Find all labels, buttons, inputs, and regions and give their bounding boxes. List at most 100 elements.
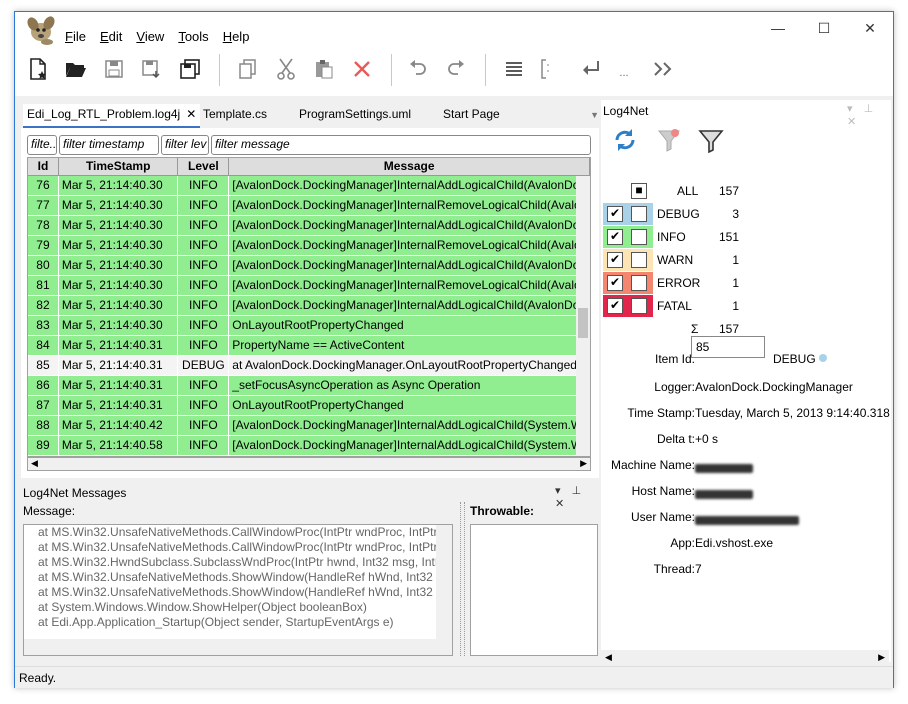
open-folder-icon[interactable] xyxy=(61,54,91,84)
redo-icon[interactable] xyxy=(441,54,471,84)
message-line: at MS.Win32.UnsafeNativeMethods.CallWind… xyxy=(38,525,438,539)
message-horizontal-scrollbar[interactable] xyxy=(24,639,452,655)
filter-bar: filte.. filter timestamp filter lev filt… xyxy=(27,135,593,157)
panel-splitter[interactable] xyxy=(460,502,465,656)
align-icon[interactable] xyxy=(499,54,529,84)
filter-level-input[interactable]: filter lev xyxy=(161,135,209,155)
paste-icon[interactable] xyxy=(309,54,339,84)
filter-id-input[interactable]: filte.. xyxy=(27,135,57,155)
table-row[interactable]: 80 Mar 5, 21:14:40.30 INFO [AvalonDock.Dock… xyxy=(28,256,590,276)
level-count: 3 xyxy=(732,207,739,221)
tab-template[interactable]: Template.cs xyxy=(199,104,271,128)
level-enable-checkbox[interactable]: ✔ xyxy=(607,206,623,222)
item-id-input[interactable]: 85 xyxy=(691,336,765,358)
menu-edit[interactable]: Edit xyxy=(100,29,122,44)
tab-log-file[interactable]: Edi_Log_RTL_Problem.log4j ✕ xyxy=(23,104,201,128)
cell-message: at AvalonDock.DockingManager.OnLayoutRoo… xyxy=(229,356,590,375)
menu-bar: File Edit View Tools Help xyxy=(65,29,263,44)
level-count: 1 xyxy=(732,299,739,313)
level-highlight-checkbox[interactable] xyxy=(631,229,647,245)
close-window-button[interactable]: ✕ xyxy=(847,12,893,44)
column-header-level[interactable]: Level xyxy=(178,158,230,175)
filter-icon[interactable] xyxy=(697,126,725,154)
message-vertical-scrollbar[interactable] xyxy=(436,525,452,642)
column-header-id[interactable]: Id xyxy=(28,158,59,175)
cell-timestamp: Mar 5, 21:14:40.58 xyxy=(59,436,179,455)
title-bar: File Edit View Tools Help — ☐ ✕ xyxy=(15,12,893,46)
log4net-horizontal-scrollbar[interactable]: ◀ ▶ xyxy=(601,650,889,666)
cell-id: 82 xyxy=(28,296,59,315)
forward-icon[interactable] xyxy=(649,54,679,84)
level-highlight-checkbox[interactable] xyxy=(631,298,647,314)
scroll-left-icon[interactable]: ◀ xyxy=(31,458,38,469)
table-row[interactable]: 86 Mar 5, 21:14:40.31 INFO _setFocusAsyncOp… xyxy=(28,376,590,396)
cell-timestamp: Mar 5, 21:14:40.42 xyxy=(59,416,179,435)
scroll-left-icon[interactable]: ◀ xyxy=(605,652,612,663)
new-file-icon[interactable] xyxy=(23,54,53,84)
delete-icon[interactable] xyxy=(347,54,377,84)
cut-icon[interactable] xyxy=(271,54,301,84)
cell-id: 88 xyxy=(28,416,59,435)
cell-message: [AvalonDock.DockingManager]InternalAddLo… xyxy=(229,256,590,275)
table-row[interactable]: 76 Mar 5, 21:14:40.30 INFO [AvalonDock.Dock… xyxy=(28,176,590,196)
table-row[interactable]: 79 Mar 5, 21:14:40.30 INFO [AvalonDock.Dock… xyxy=(28,236,590,256)
level-enable-checkbox[interactable]: ✔ xyxy=(607,229,623,245)
level-all-checkbox[interactable]: ■ xyxy=(631,183,647,199)
copy-icon[interactable] xyxy=(233,54,263,84)
throwable-text-box[interactable] xyxy=(470,524,598,656)
level-highlight-checkbox[interactable] xyxy=(631,252,647,268)
bracket-icon[interactable] xyxy=(531,54,561,84)
table-row[interactable]: 83 Mar 5, 21:14:40.30 INFO OnLayoutRootProp… xyxy=(28,316,590,336)
table-row[interactable]: 81 Mar 5, 21:14:40.30 INFO [AvalonDock.Dock… xyxy=(28,276,590,296)
column-header-message[interactable]: Message xyxy=(229,158,590,175)
host-name-redacted xyxy=(695,488,753,502)
save-all-icon[interactable] xyxy=(175,54,205,84)
cell-id: 81 xyxy=(28,276,59,295)
grid-horizontal-scrollbar[interactable]: ◀ ▶ xyxy=(27,457,591,471)
table-row[interactable]: 88 Mar 5, 21:14:40.42 INFO [AvalonDock.Dock… xyxy=(28,416,590,436)
dots-icon[interactable]: ... xyxy=(609,54,639,84)
table-row[interactable]: 89 Mar 5, 21:14:40.58 INFO [AvalonDock.Dock… xyxy=(28,436,590,456)
table-row[interactable]: 85 Mar 5, 21:14:40.31 DEBUG at AvalonDock.… xyxy=(28,356,590,376)
level-highlight-checkbox[interactable] xyxy=(631,206,647,222)
minimize-button[interactable]: — xyxy=(755,12,801,44)
menu-help[interactable]: Help xyxy=(223,29,250,44)
cell-timestamp: Mar 5, 21:14:40.31 xyxy=(59,336,179,355)
scroll-right-icon[interactable]: ▶ xyxy=(580,458,587,469)
level-enable-checkbox[interactable]: ✔ xyxy=(607,275,623,291)
message-text-box[interactable]: at MS.Win32.UnsafeNativeMethods.CallWind… xyxy=(23,524,453,656)
log4net-panel-controls[interactable]: ▾ ⊥ ✕ xyxy=(847,102,891,128)
wrap-icon[interactable] xyxy=(577,54,607,84)
save-as-icon[interactable] xyxy=(137,54,167,84)
table-row[interactable]: 78 Mar 5, 21:14:40.30 INFO [AvalonDock.Dock… xyxy=(28,216,590,236)
scrollbar-thumb[interactable] xyxy=(578,308,588,338)
table-row[interactable]: 82 Mar 5, 21:14:40.30 INFO [AvalonDock.Dock… xyxy=(28,296,590,316)
undo-icon[interactable] xyxy=(403,54,433,84)
scroll-right-icon[interactable]: ▶ xyxy=(878,652,885,663)
table-row[interactable]: 84 Mar 5, 21:14:40.31 INFO PropertyName == … xyxy=(28,336,590,356)
table-row[interactable]: 87 Mar 5, 21:14:40.31 INFO OnLayoutRootProp… xyxy=(28,396,590,416)
column-header-timestamp[interactable]: TimeStamp xyxy=(59,158,179,175)
menu-view[interactable]: View xyxy=(136,29,164,44)
panel-controls[interactable]: ▾ ⊥ ✕ xyxy=(555,484,599,510)
level-enable-checkbox[interactable]: ✔ xyxy=(607,298,623,314)
tab-program-settings[interactable]: ProgramSettings.uml xyxy=(295,104,415,128)
menu-tools[interactable]: Tools xyxy=(178,29,208,44)
menu-file[interactable]: File xyxy=(65,29,86,44)
filter-timestamp-input[interactable]: filter timestamp xyxy=(59,135,159,155)
level-enable-checkbox[interactable]: ✔ xyxy=(607,252,623,268)
tab-dropdown-icon[interactable]: ▼ xyxy=(590,110,599,120)
tab-start-page[interactable]: Start Page xyxy=(439,104,504,128)
grid-vertical-scrollbar[interactable] xyxy=(576,176,590,456)
level-highlight-checkbox[interactable] xyxy=(631,275,647,291)
maximize-button[interactable]: ☐ xyxy=(801,12,847,44)
filter-message-input[interactable]: filter message xyxy=(211,135,591,155)
cell-timestamp: Mar 5, 21:14:40.30 xyxy=(59,276,179,295)
refresh-icon[interactable] xyxy=(611,126,639,154)
clear-filter-icon[interactable] xyxy=(655,126,683,154)
save-icon[interactable] xyxy=(99,54,129,84)
close-tab-icon[interactable]: ✕ xyxy=(186,107,196,121)
table-row[interactable]: 77 Mar 5, 21:14:40.30 INFO [AvalonDock.Dock… xyxy=(28,196,590,216)
message-line: at System.Windows.Window.ShowHelper(Obje… xyxy=(38,600,367,614)
cell-level: INFO xyxy=(178,296,230,315)
